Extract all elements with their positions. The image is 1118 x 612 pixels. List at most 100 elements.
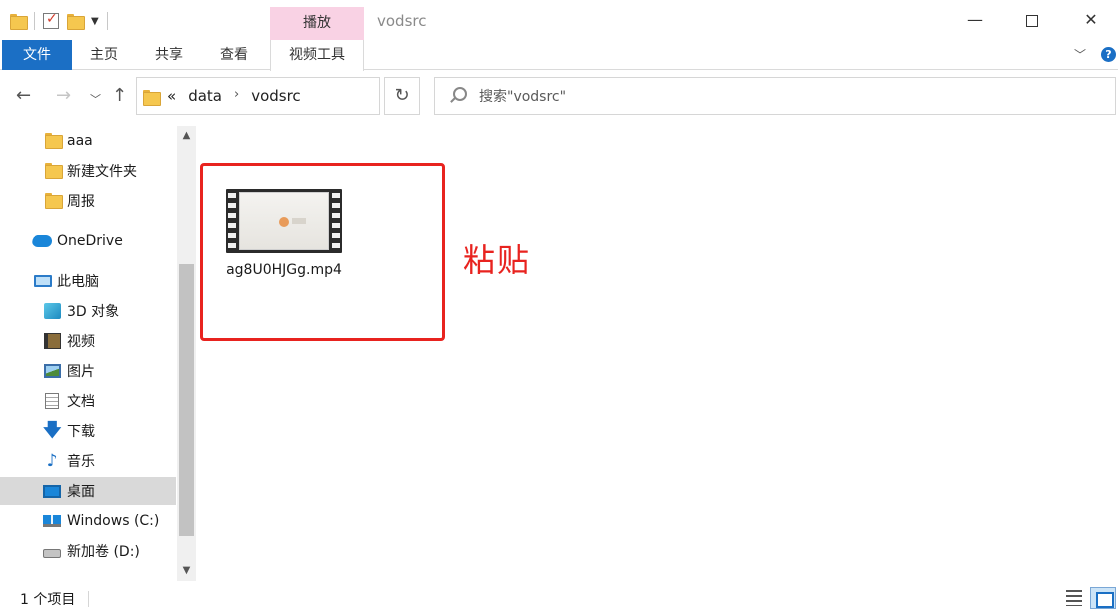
tab-view[interactable]: 查看 [208,40,260,70]
breadcrumb-vodsrc[interactable]: vodsrc [251,87,300,105]
breadcrumb-data[interactable]: data [188,87,222,105]
forward-arrow-icon[interactable]: → [56,85,71,106]
sidebar-item-label: aaa [67,133,93,149]
chevron-down-icon[interactable]: ﹀ [1074,46,1086,63]
item-count: 1 个项目 [20,592,76,608]
folder-icon[interactable] [10,14,28,30]
sidebar-item-label: 音乐 [67,454,95,470]
recent-locations-chevron-icon[interactable]: ﹀ [90,91,101,107]
quick-access-toolbar: ▼ [10,10,108,32]
sidebar-item-label: 下载 [67,424,95,440]
search-box[interactable] [434,77,1116,115]
close-icon: ✕ [1084,10,1098,29]
sidebar-item-desktop[interactable]: 桌面 [0,477,176,505]
details-view-icon[interactable] [1066,590,1082,606]
sidebar-item-this-pc[interactable]: 此电脑 [0,267,176,295]
sidebar-item-windows-c[interactable]: Windows (C:) [0,507,176,535]
sidebar-item-label: 文档 [67,394,95,410]
this-pc-icon [34,275,52,287]
sidebar-item-label: Windows (C:) [67,513,160,529]
sidebar-item-onedrive[interactable]: OneDrive [0,227,176,255]
ribbon-tabs: 文件 主页 共享 查看 视频工具 ﹀ ? [0,40,1118,71]
folder-icon [45,193,63,209]
tab-share[interactable]: 共享 [143,40,195,70]
up-arrow-icon[interactable]: ↑ [112,85,127,106]
search-input[interactable] [479,86,1079,108]
film-strip-right [332,193,340,249]
video-file-icon [226,189,342,253]
sidebar-item-videos[interactable]: 视频 [0,327,176,355]
sidebar-item-new-folder[interactable]: 新建文件夹 [0,157,176,185]
breadcrumb-separator-icon[interactable]: › [234,87,239,105]
sidebar-item-label: 视频 [67,334,95,350]
sidebar-item-weekly-report[interactable]: 周报 [0,187,176,215]
maximize-button[interactable] [1009,0,1055,40]
contextual-tab-header: 播放 [270,7,364,40]
sidebar-item-3d-objects[interactable]: 3D 对象 [0,297,176,325]
scroll-up-icon[interactable]: ▲ [177,128,196,144]
documents-icon [45,393,59,409]
status-bar: 1 个项目 [0,586,1118,612]
address-bar[interactable]: « data › vodsrc ﹀ [136,77,506,115]
video-thumbnail-frame [239,192,329,250]
navigation-pane: aaa 新建文件夹 周报 OneDrive 此电脑 3D 对象 视频 图片 文档… [0,121,176,586]
maximize-icon [1026,14,1038,27]
drive-icon [43,548,61,558]
close-button[interactable]: ✕ [1068,0,1114,40]
downloads-icon: 🡇 [43,420,62,441]
properties-icon[interactable] [43,11,59,29]
sidebar-item-label: 新加卷 (D:) [67,544,140,560]
sidebar-scrollbar[interactable]: ▲ ▼ [177,126,196,581]
refresh-button[interactable]: ↻ [384,77,420,115]
navigation-bar: ← → ﹀ ↑ « data › vodsrc ﹀ ↻ [0,71,1118,121]
sidebar-item-label: 图片 [67,364,95,380]
new-folder-icon[interactable] [67,14,85,30]
breadcrumb-overflow-icon[interactable]: « [167,87,176,105]
sidebar-item-aaa[interactable]: aaa [0,127,176,155]
sidebar-item-music[interactable]: ♪ 音乐 [0,447,176,475]
folder-icon [45,133,63,149]
sidebar-item-label: 此电脑 [57,274,99,290]
minimize-button[interactable]: — [952,0,998,40]
customize-toolbar-icon[interactable]: ▼ [91,16,99,27]
divider [106,12,108,30]
divider [34,12,35,30]
thumbnail-logo [279,217,289,227]
minimize-icon: — [967,10,983,29]
folder-icon [143,90,161,106]
onedrive-icon [32,235,52,247]
pictures-icon [44,364,61,378]
window-title: vodsrc [377,12,427,30]
scroll-down-icon[interactable]: ▼ [177,563,196,579]
sidebar-item-downloads[interactable]: 🡇 下载 [0,417,176,445]
tab-home[interactable]: 主页 [78,40,130,70]
back-arrow-icon[interactable]: ← [16,85,31,106]
film-strip-left [228,193,236,249]
sidebar-item-label: 3D 对象 [67,304,120,320]
scrollbar-thumb[interactable] [179,264,194,536]
sidebar-item-label: 桌面 [67,484,95,500]
sidebar-item-pictures[interactable]: 图片 [0,357,176,385]
file-list: ag8U0HJGg.mp4 粘贴 [198,121,1118,586]
large-icons-view-icon[interactable] [1090,587,1116,609]
sidebar-item-documents[interactable]: 文档 [0,387,176,415]
search-icon [453,87,467,101]
3d-objects-icon [44,303,61,319]
thumbnail-text [292,218,306,224]
sidebar-item-label: 周报 [67,194,95,210]
help-icon[interactable]: ? [1101,47,1116,62]
breadcrumb: « data › vodsrc [167,87,301,105]
file-item[interactable]: ag8U0HJGg.mp4 [224,185,344,305]
divider [88,591,89,607]
windows-drive-icon [43,515,61,527]
music-icon: ♪ [46,451,58,471]
sidebar-item-new-volume-d[interactable]: 新加卷 (D:) [0,537,176,565]
tab-video-tools[interactable]: 视频工具 [270,40,364,71]
annotation-text: 粘贴 [463,241,532,279]
tab-file[interactable]: 文件 [2,40,72,70]
videos-icon [44,333,61,349]
title-bar: ▼ 播放 vodsrc — ✕ [0,0,1118,40]
sidebar-item-label: OneDrive [57,233,123,249]
desktop-icon [43,484,61,498]
sidebar-item-label: 新建文件夹 [67,164,137,180]
